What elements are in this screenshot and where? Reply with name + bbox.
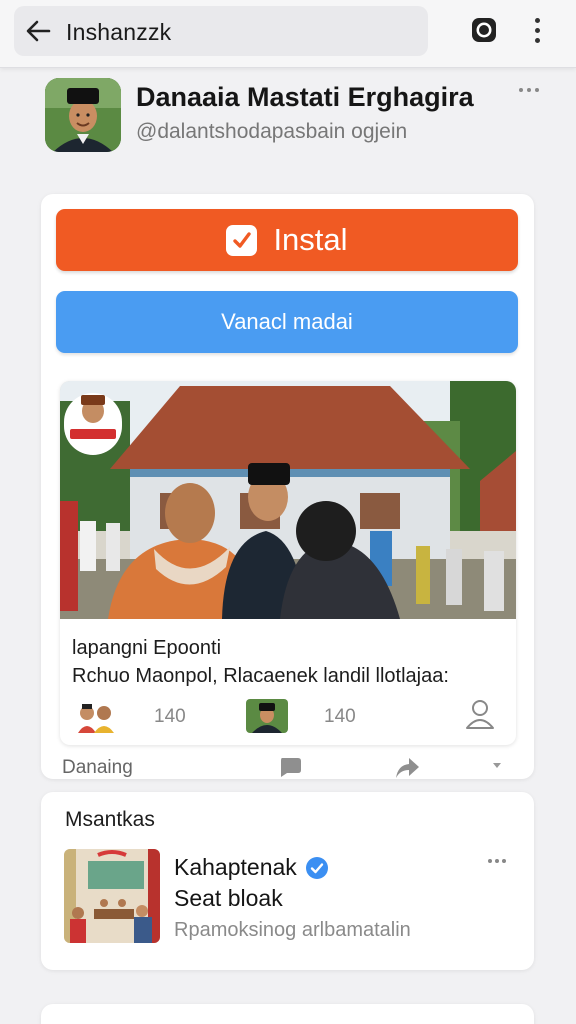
camera-button[interactable] (468, 14, 500, 46)
suggestion-card: Msantkas Kahaptenak Seat bloak Rpamoksin… (41, 792, 534, 970)
check-icon (226, 224, 258, 256)
chevron-down-icon (493, 763, 501, 768)
person-avatar-icon (246, 699, 288, 733)
secondary-button[interactable]: Vanacl madai (56, 291, 518, 353)
share-icon (396, 758, 419, 778)
main-card: Instal Vanacl madai lapangni Epoonti Rch… (41, 194, 534, 779)
action-row: Danaing (0, 750, 576, 786)
suggestion-description: Rpamoksinog arlbamatalin (174, 919, 411, 941)
post-caption-title: lapangni Epoonti (72, 637, 222, 659)
back-button[interactable] (22, 15, 54, 47)
profile-name: Danaaia Mastati Erghagira (136, 82, 474, 112)
profile-avatar[interactable] (45, 78, 121, 152)
secondary-label: Vanacl madai (221, 309, 353, 334)
stat-count-2: 140 (324, 706, 356, 727)
profile-header: Danaaia Mastati Erghagira @dalantshodapa… (0, 68, 576, 178)
suggestion-heading: Msantkas (65, 808, 155, 831)
suggestion-thumbnail[interactable] (64, 849, 160, 943)
share-button[interactable] (394, 756, 420, 780)
arrow-left-icon (26, 20, 51, 42)
kebab-menu-button[interactable] (522, 14, 552, 46)
camera-icon (472, 18, 496, 42)
suggestion-more-button[interactable] (485, 854, 509, 868)
suggestion-name[interactable]: Kahaptenak (174, 854, 329, 881)
suggestion-subtitle: Seat bloak (174, 885, 283, 911)
suggestion-photo (64, 849, 160, 943)
comment-icon (281, 758, 301, 777)
profile-handle: @dalantshodapasbain ogjein (136, 120, 408, 143)
address-bar[interactable]: Inshanzzk (14, 6, 428, 56)
stat-count-1: 140 (154, 706, 186, 727)
post-photo[interactable] (60, 381, 516, 619)
install-label: Instal (273, 222, 348, 257)
more-dots-icon (519, 88, 523, 92)
more-dots-icon (488, 859, 492, 863)
install-button[interactable]: Instal (56, 209, 518, 271)
kebab-menu-icon (534, 17, 540, 23)
browser-toolbar: Inshanzzk (0, 0, 576, 68)
post-card[interactable]: lapangni Epoonti Rchuo Maonpol, Rlacaene… (60, 381, 516, 745)
action-label[interactable]: Danaing (62, 757, 133, 779)
comment-button[interactable] (278, 756, 302, 778)
follow-button[interactable] (464, 697, 496, 731)
expand-button[interactable] (490, 758, 504, 772)
url-text[interactable]: Inshanzzk (66, 19, 171, 46)
profile-more-button[interactable] (514, 80, 544, 100)
verified-badge-icon (305, 856, 328, 879)
post-caption-text: Rchuo Maonpol, Rlacaenek landil llotlaja… (72, 665, 449, 687)
avatar-photo (45, 78, 121, 152)
group-avatar-icon (78, 704, 114, 733)
person-outline-icon (466, 700, 494, 729)
next-card (41, 1004, 534, 1024)
